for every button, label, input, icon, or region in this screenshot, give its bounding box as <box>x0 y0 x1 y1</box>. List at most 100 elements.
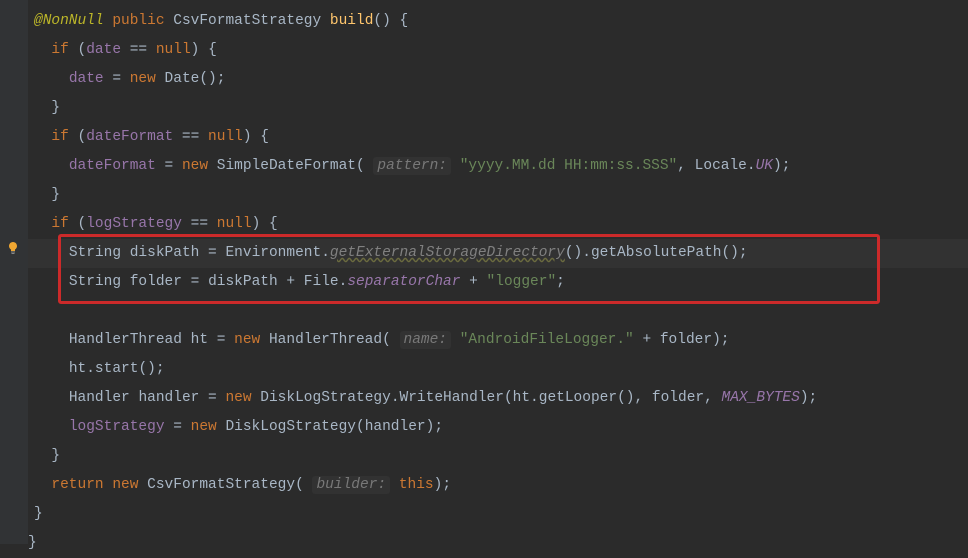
code-line: date = new Date(); <box>28 65 968 94</box>
paren-token: ( <box>356 419 365 435</box>
type-token: Handler <box>69 390 130 406</box>
paren-token: ( <box>78 216 87 232</box>
string-token: "AndroidFileLogger." <box>460 332 634 348</box>
code-line: logStrategy = new DiskLogStrategy(handle… <box>28 413 968 442</box>
brace-token: { <box>269 216 278 232</box>
operator-token: == <box>173 129 208 145</box>
brace-token: } <box>28 535 37 551</box>
paren-token: ( <box>504 390 513 406</box>
dot-token: . <box>86 361 95 377</box>
type-token: Locale <box>695 158 747 174</box>
var-token: folder <box>660 332 712 348</box>
type-token: HandlerThread <box>69 332 182 348</box>
code-line: HandlerThread ht = new HandlerThread( na… <box>28 326 968 355</box>
field-token: logStrategy <box>69 419 165 435</box>
type-token: String <box>69 245 121 261</box>
comma-token: , <box>704 390 713 406</box>
brace-token: { <box>208 42 217 58</box>
brace-token: } <box>51 187 60 203</box>
operator-token: + <box>460 274 486 290</box>
semicolon-token: ; <box>809 390 818 406</box>
code-line: @NonNull public CsvFormatStrategy build(… <box>28 7 968 36</box>
code-line: if (logStrategy == null) { <box>28 210 968 239</box>
var-token: diskPath <box>208 274 278 290</box>
code-line: if (dateFormat == null) { <box>28 123 968 152</box>
operator-token: + <box>278 274 304 290</box>
code-line-empty <box>28 297 968 326</box>
paren-token: ( <box>295 477 304 493</box>
comma-token: , <box>634 390 643 406</box>
param-hint: pattern: <box>373 157 451 175</box>
type-token: Environment <box>225 245 321 261</box>
operator-token: = <box>199 245 225 261</box>
type-token: File <box>304 274 339 290</box>
keyword-token: if <box>51 216 68 232</box>
dot-token: . <box>321 245 330 261</box>
var-token: diskPath <box>130 245 200 261</box>
brace-token: { <box>260 129 269 145</box>
paren-token: () <box>138 361 155 377</box>
keyword-token: null <box>156 42 191 58</box>
paren-token: ) <box>712 332 721 348</box>
semicolon-token: ; <box>434 419 443 435</box>
operator-token: = <box>156 158 182 174</box>
keyword-token: null <box>208 129 243 145</box>
operator-token: = <box>182 274 208 290</box>
dot-token: . <box>530 390 539 406</box>
paren-token: ( <box>356 158 365 174</box>
code-line: String diskPath = Environment.getExterna… <box>28 239 968 268</box>
dot-token: . <box>582 245 591 261</box>
type-token: CsvFormatStrategy <box>173 13 321 29</box>
code-line: } <box>28 500 968 529</box>
field-token: date <box>86 42 121 58</box>
brace-token: { <box>400 13 409 29</box>
var-token: ht <box>69 361 86 377</box>
operator-token: = <box>104 71 130 87</box>
var-token: ht <box>191 332 208 348</box>
constant-token: MAX_BYTES <box>722 390 800 406</box>
paren-token: ) <box>773 158 782 174</box>
type-token: SimpleDateFormat <box>217 158 356 174</box>
field-token: date <box>69 71 104 87</box>
keyword-token: new <box>191 419 217 435</box>
code-line: ht.start(); <box>28 355 968 384</box>
string-token: "logger" <box>487 274 557 290</box>
type-token: DiskLogStrategy <box>260 390 391 406</box>
var-token: handler <box>365 419 426 435</box>
keyword-token: new <box>234 332 260 348</box>
semicolon-token: ; <box>721 332 730 348</box>
param-hint: builder: <box>312 476 390 494</box>
brace-token: } <box>51 100 60 116</box>
keyword-token: if <box>51 129 68 145</box>
method-token: build <box>330 13 374 29</box>
lightbulb-icon[interactable] <box>6 238 20 252</box>
deprecated-method-token: getExternalStorageDirectory <box>330 245 565 261</box>
brace-token: } <box>34 506 43 522</box>
paren-token: ( <box>78 129 87 145</box>
code-line: } <box>28 442 968 471</box>
type-token: String <box>69 274 121 290</box>
field-token: dateFormat <box>86 129 173 145</box>
semicolon-token: ; <box>782 158 791 174</box>
paren-token: ) <box>252 216 261 232</box>
semicolon-token: ; <box>156 361 165 377</box>
paren-token: () <box>199 71 216 87</box>
var-token: ht <box>513 390 530 406</box>
paren-token: () <box>721 245 738 261</box>
dot-token: . <box>747 158 756 174</box>
code-editor[interactable]: @NonNull public CsvFormatStrategy build(… <box>28 0 968 544</box>
var-token: folder <box>652 390 704 406</box>
paren-token: () <box>373 13 390 29</box>
keyword-token: new <box>225 390 251 406</box>
editor-gutter <box>0 0 28 544</box>
paren-token: ) <box>243 129 252 145</box>
static-field-token: separatorChar <box>347 274 460 290</box>
annotation-token: @NonNull <box>34 13 104 29</box>
method-token: getLooper <box>539 390 617 406</box>
code-line: return new CsvFormatStrategy( builder: t… <box>28 471 968 500</box>
keyword-token: this <box>399 477 434 493</box>
keyword-token: return <box>51 477 103 493</box>
param-hint: name: <box>400 331 452 349</box>
code-line: dateFormat = new SimpleDateFormat( patte… <box>28 152 968 181</box>
operator-token: = <box>199 390 225 406</box>
